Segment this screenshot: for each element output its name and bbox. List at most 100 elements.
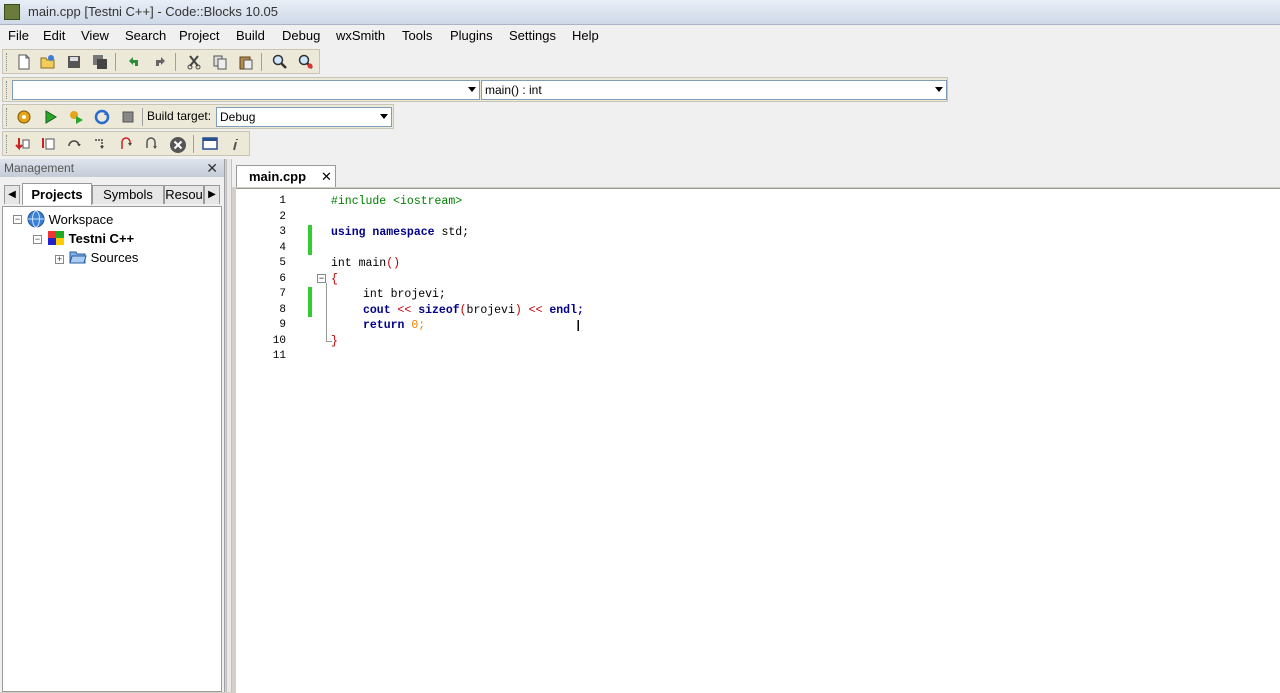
rebuild-icon[interactable] xyxy=(93,109,111,125)
management-panel: Management ✕ ◀ Projects Symbols Resou ▶ … xyxy=(0,159,225,692)
menu-help[interactable]: Help xyxy=(572,28,599,43)
tree-item-workspace[interactable]: Workspace xyxy=(27,210,113,228)
run-to-cursor-icon[interactable] xyxy=(39,136,57,152)
line-number: 6 xyxy=(279,272,286,285)
line-number: 9 xyxy=(279,319,286,331)
step-out-icon[interactable] xyxy=(117,136,135,152)
scope-combo[interactable] xyxy=(12,80,480,100)
line-number: 4 xyxy=(279,241,286,254)
tab-main-cpp[interactable]: main.cpp ✕ xyxy=(236,165,336,187)
line-number: 7 xyxy=(279,288,286,300)
paste-icon[interactable] xyxy=(237,54,255,70)
toolbar-grip[interactable] xyxy=(6,135,10,153)
tab-symbols[interactable]: Symbols xyxy=(92,185,164,204)
build-icon[interactable] xyxy=(15,109,33,125)
main-toolbar xyxy=(2,49,320,74)
new-file-icon[interactable] xyxy=(15,54,33,70)
code-keyword: namespace xyxy=(372,226,435,239)
debug-info-icon[interactable] xyxy=(227,136,245,152)
tab-resources[interactable]: Resou xyxy=(164,185,204,204)
copy-icon[interactable] xyxy=(211,54,229,70)
management-header: Management ✕ xyxy=(0,159,224,177)
code-paren: ) xyxy=(514,303,522,317)
function-combo[interactable]: main() : int xyxy=(481,80,947,100)
close-icon[interactable]: ✕ xyxy=(321,166,332,187)
collapse-icon[interactable]: − xyxy=(33,235,42,244)
code-line-8: cout << sizeof(brojevi) << endl; xyxy=(363,303,584,319)
chevron-down-icon xyxy=(468,87,476,92)
undo-icon[interactable] xyxy=(125,54,143,70)
menu-view[interactable]: View xyxy=(81,28,109,43)
menu-search[interactable]: Search xyxy=(125,28,166,43)
menu-build[interactable]: Build xyxy=(236,28,265,43)
project-tree: − Workspace − Testni C++ + Sources xyxy=(2,206,222,692)
code-line-9: return 0; xyxy=(363,318,425,334)
line-number: 11 xyxy=(272,350,286,362)
run-icon[interactable] xyxy=(41,109,59,125)
expand-icon[interactable]: + xyxy=(55,255,64,264)
menu-project[interactable]: Project xyxy=(179,28,219,43)
menu-wxsmith[interactable]: wxSmith xyxy=(336,28,385,43)
tree-item-sources[interactable]: Sources xyxy=(69,250,138,266)
fold-line xyxy=(326,283,327,341)
code-operator: << xyxy=(521,303,550,317)
step-into-icon[interactable] xyxy=(91,136,109,152)
tab-scroll-right-icon[interactable]: ▶ xyxy=(204,185,220,204)
line-number: 1 xyxy=(279,195,286,207)
debug-icon[interactable] xyxy=(13,136,31,152)
code-line-3: using namespace std; xyxy=(331,225,469,241)
code-number: 0; xyxy=(404,319,426,332)
build-target-label: Build target: xyxy=(147,109,212,123)
menu-file[interactable]: File xyxy=(8,28,29,43)
tree-item-project[interactable]: Testni C++ xyxy=(47,230,134,247)
save-all-icon[interactable] xyxy=(91,54,109,70)
tab-scroll-left-icon[interactable]: ◀ xyxy=(4,185,20,204)
abort-icon[interactable] xyxy=(119,109,137,125)
codeblocks-app-icon[interactable] xyxy=(4,4,20,20)
open-icon[interactable] xyxy=(39,54,57,70)
code-text: std; xyxy=(434,226,470,239)
toolbar-grip[interactable] xyxy=(6,81,10,99)
menu-settings[interactable]: Settings xyxy=(509,28,556,43)
next-line-icon[interactable] xyxy=(65,136,83,152)
code-line-1: #include <iostream> xyxy=(331,195,463,208)
debug-windows-icon[interactable] xyxy=(201,136,219,152)
close-icon[interactable]: ✕ xyxy=(206,159,218,177)
code-paren: () xyxy=(386,257,401,270)
window-title: main.cpp [Testni C++] - Code::Blocks 10.… xyxy=(28,4,279,19)
menu-plugins[interactable]: Plugins xyxy=(450,28,493,43)
cut-icon[interactable] xyxy=(185,54,203,70)
menu-debug[interactable]: Debug xyxy=(282,28,320,43)
tab-projects[interactable]: Projects xyxy=(22,183,92,205)
collapse-icon[interactable]: − xyxy=(13,215,22,224)
toolbar-grip[interactable] xyxy=(6,53,10,71)
code-line-6: { xyxy=(331,272,338,286)
code-operator: << xyxy=(390,303,419,317)
chevron-down-icon xyxy=(935,87,943,92)
code-text: int main xyxy=(331,257,387,270)
line-number: 10 xyxy=(272,334,286,347)
toolbar-separator xyxy=(115,53,116,71)
toolbar-grip[interactable] xyxy=(6,108,10,126)
management-title: Management xyxy=(4,161,75,175)
find-icon[interactable] xyxy=(271,54,289,70)
stop-debugger-icon[interactable] xyxy=(169,136,187,153)
change-marker xyxy=(308,225,312,255)
code-editor[interactable]: 1 2 3 4 5 6 7 8 9 10 11 − #include <iost… xyxy=(236,188,1280,693)
menu-edit[interactable]: Edit xyxy=(43,28,65,43)
build-run-icon[interactable] xyxy=(67,109,85,125)
compiler-toolbar: Build target: Debug xyxy=(2,104,394,129)
redo-icon[interactable] xyxy=(151,54,169,70)
build-target-combo[interactable]: Debug xyxy=(216,107,392,127)
replace-icon[interactable] xyxy=(297,54,315,70)
change-marker xyxy=(308,287,312,317)
code-text: brojevi xyxy=(466,303,515,317)
code-completion-toolbar: main() : int xyxy=(2,77,948,102)
editor-tabs: main.cpp ✕ xyxy=(232,159,1280,187)
menu-tools[interactable]: Tools xyxy=(402,28,432,43)
save-icon[interactable] xyxy=(65,54,83,70)
debugger-toolbar xyxy=(2,131,250,156)
next-instruction-icon[interactable] xyxy=(143,136,161,152)
panel-splitter[interactable] xyxy=(226,159,232,692)
fold-collapse-icon[interactable]: − xyxy=(317,274,326,283)
